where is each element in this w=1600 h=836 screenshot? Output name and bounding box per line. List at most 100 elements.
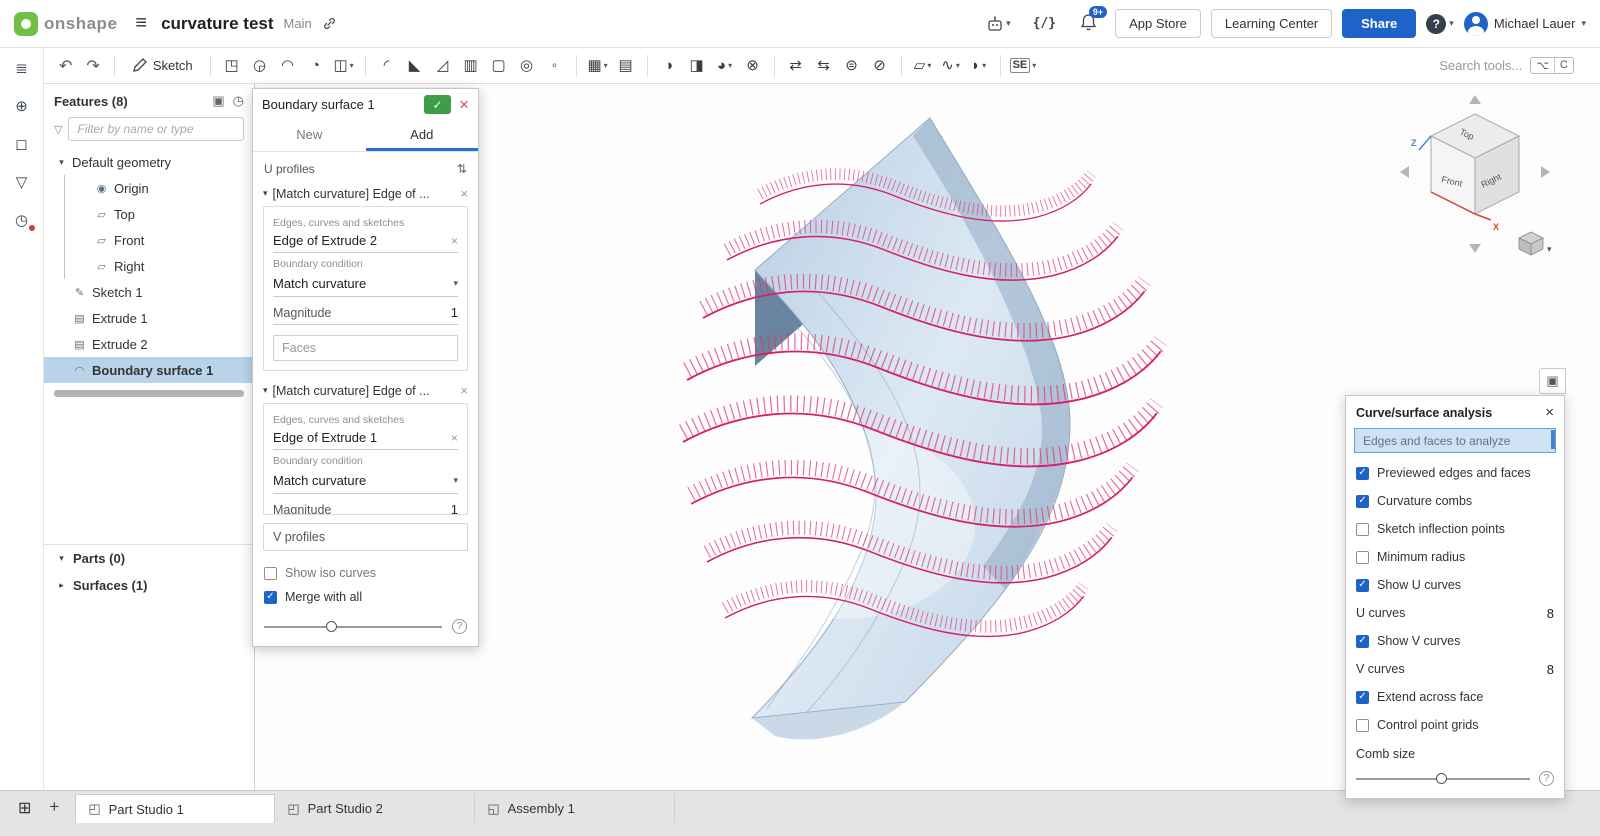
remove-profile-icon[interactable]: × [460, 186, 468, 201]
remove-profile-icon[interactable]: × [460, 383, 468, 398]
clear-selection-icon[interactable]: × [451, 431, 458, 445]
edges-field[interactable]: Edge of Extrude 2 × [273, 231, 458, 253]
surface-icon[interactable]: ◗▾ [965, 52, 993, 80]
confirm-button[interactable]: ✓ [424, 95, 451, 114]
modify-fillet-icon[interactable]: ◕▾ [711, 52, 739, 80]
tab-manager-icon[interactable]: ⊞ [10, 794, 39, 822]
main-menu-icon[interactable]: ≡ [135, 12, 147, 35]
analysis-tools-icon[interactable]: ▽ [9, 170, 35, 194]
extend-across-face-checkbox[interactable] [1356, 691, 1369, 704]
help-menu[interactable]: ? ▾ [1426, 14, 1454, 34]
collapse-caret-icon[interactable]: ▾ [263, 188, 268, 199]
merge-with-all-checkbox[interactable] [264, 591, 277, 604]
cancel-button[interactable]: × [459, 96, 469, 113]
onshape-logo[interactable]: onshape [14, 12, 117, 36]
help-icon[interactable]: ? [1539, 771, 1554, 786]
parts-caret-icon[interactable]: ▾ [56, 553, 67, 564]
insights-robot-icon[interactable]: ▾ [980, 16, 1017, 32]
sweep-icon[interactable]: ◠ [274, 52, 302, 80]
help-icon[interactable]: ? [452, 619, 467, 634]
magnitude-field[interactable]: Magnitude 1 [273, 494, 458, 515]
learning-center-button[interactable]: Learning Center [1211, 9, 1332, 38]
share-link-icon[interactable] [322, 16, 337, 31]
add-tab-icon[interactable]: + [39, 794, 69, 820]
boundary-surface-face[interactable] [752, 118, 1070, 718]
input-scrollbar[interactable] [1551, 430, 1555, 449]
hole-icon[interactable]: ◎ [513, 52, 541, 80]
chamfer-icon[interactable]: ◣ [401, 52, 429, 80]
dialog-opacity-slider[interactable] [264, 626, 442, 628]
faces-field[interactable]: Faces [273, 335, 458, 361]
feature-extrude-2[interactable]: ▤Extrude 2 [44, 331, 254, 357]
sketch-inflection-points-checkbox[interactable] [1356, 523, 1369, 536]
analysis-panel-toggle[interactable]: ▣ [1539, 368, 1566, 394]
tab-assembly-1[interactable]: ◱Assembly 1 [475, 794, 675, 823]
linear-pattern-icon[interactable]: ▦▾ [584, 52, 612, 80]
featurescript-icon[interactable]: {/} [1027, 16, 1062, 31]
split-icon[interactable]: ◨ [683, 52, 711, 80]
profile-2-header[interactable]: ▾ [Match curvature] Edge of ... × [263, 380, 468, 403]
collapse-caret-icon[interactable]: ▾ [263, 385, 268, 396]
rotate-up-arrow-icon[interactable] [1469, 95, 1481, 104]
tab-add[interactable]: Add [366, 120, 479, 151]
feature-origin[interactable]: ◉Origin [44, 175, 254, 201]
rotate-right-arrow-icon[interactable] [1541, 166, 1550, 178]
show-iso-curves-checkbox[interactable] [264, 567, 277, 580]
search-tools[interactable]: Search tools... ⌥ C [1439, 57, 1574, 74]
feature-default-geometry[interactable]: ▾Default geometry [44, 149, 254, 175]
replace-face-icon[interactable]: ⇆ [810, 52, 838, 80]
delete-face-icon[interactable]: ⊘ [866, 52, 894, 80]
show-v-curves-checkbox[interactable] [1356, 635, 1369, 648]
boundary-condition-select[interactable]: Match curvature ▾ [273, 272, 458, 297]
plane-icon[interactable]: ▱▾ [909, 52, 937, 80]
offset-surface-icon[interactable]: ⊜ [838, 52, 866, 80]
share-button[interactable]: Share [1342, 9, 1416, 38]
create-folder-icon[interactable]: ▣ [212, 93, 224, 109]
profile-1-header[interactable]: ▾ [Match curvature] Edge of ... × [263, 183, 468, 206]
tab-part-studio-2[interactable]: ◰Part Studio 2 [275, 794, 475, 823]
merge-with-all-row[interactable]: Merge with all [263, 585, 468, 609]
curve-icon[interactable]: ∿▾ [937, 52, 965, 80]
notifications-bell-icon[interactable]: 9+ [1072, 13, 1105, 34]
comb-size-slider[interactable] [1356, 778, 1530, 780]
v-curves-value[interactable]: 8 [1547, 662, 1554, 677]
share-panel-icon[interactable]: ⊕ [9, 94, 35, 118]
boundary-condition-select[interactable]: Match curvature ▾ [273, 469, 458, 494]
rotate-left-arrow-icon[interactable] [1400, 166, 1409, 178]
close-icon[interactable]: × [1545, 405, 1554, 420]
rotate-down-arrow-icon[interactable] [1469, 244, 1481, 253]
control-point-grids-checkbox[interactable] [1356, 719, 1369, 732]
user-menu[interactable]: Michael Lauer ▾ [1464, 12, 1586, 36]
shell-icon[interactable]: ▢ [485, 52, 513, 80]
previewed-edges-and-faces-checkbox[interactable] [1356, 467, 1369, 480]
rollback-bar[interactable] [54, 390, 244, 397]
minimum-radius-checkbox[interactable] [1356, 551, 1369, 564]
feature-boundary-surface-1[interactable]: ◠Boundary surface 1 [44, 357, 254, 383]
slider-handle[interactable] [1436, 773, 1447, 784]
curvature-combs-checkbox[interactable] [1356, 495, 1369, 508]
v-profiles-field[interactable]: V profiles [263, 523, 468, 551]
feature-front[interactable]: ▱Front [44, 227, 254, 253]
tab-new[interactable]: New [253, 120, 366, 151]
draft-icon[interactable]: ◿ [429, 52, 457, 80]
edges-field[interactable]: Edge of Extrude 1 × [273, 428, 458, 450]
workspace-name[interactable]: Main [284, 16, 312, 31]
redo-icon[interactable]: ↷ [79, 56, 106, 76]
reorder-icon[interactable]: ⇅ [457, 162, 467, 176]
rib-icon[interactable]: ▥ [457, 52, 485, 80]
revolve-icon[interactable]: ◶ [246, 52, 274, 80]
sketch-button[interactable]: Sketch [122, 55, 203, 76]
feature-extrude-1[interactable]: ▤Extrude 1 [44, 305, 254, 331]
thicken-icon[interactable]: ◫▾ [330, 52, 358, 80]
mirror-icon[interactable]: ▤ [612, 52, 640, 80]
u-curves-value[interactable]: 8 [1547, 606, 1554, 621]
extrude-icon[interactable]: ◳ [218, 52, 246, 80]
feature-filter-input[interactable] [68, 117, 244, 141]
slider-handle[interactable] [326, 621, 337, 632]
history-icon[interactable]: ◷ [233, 93, 244, 109]
magnitude-field[interactable]: Magnitude 1 [273, 297, 458, 325]
clear-selection-icon[interactable]: × [451, 234, 458, 248]
move-face-icon[interactable]: ⇄ [782, 52, 810, 80]
sheet-metal-icon[interactable]: SE▾ [1008, 52, 1039, 80]
feature-top[interactable]: ▱Top [44, 201, 254, 227]
